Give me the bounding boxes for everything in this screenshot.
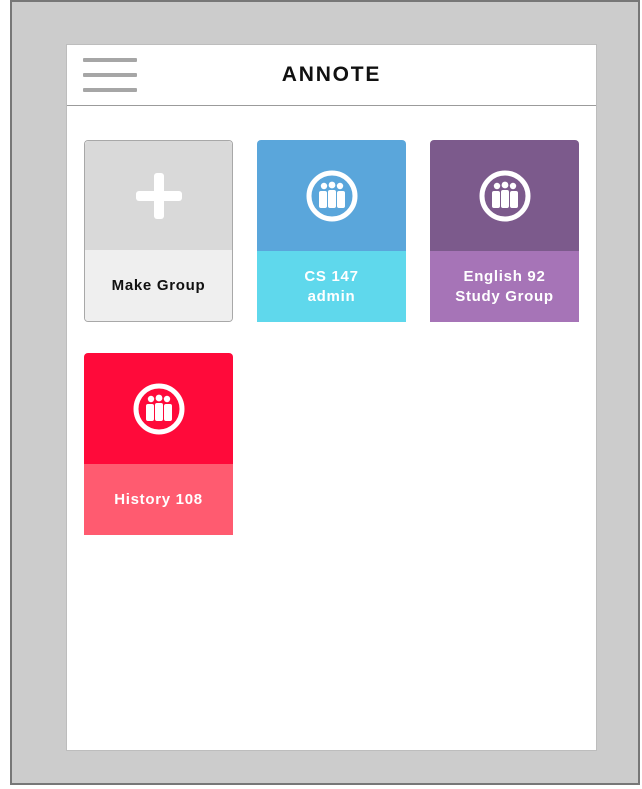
group-label: History 108 — [114, 490, 203, 508]
menu-line — [83, 88, 137, 92]
group-label: English 92 Study Group — [455, 267, 554, 305]
group-icon — [133, 383, 184, 434]
group-tile-label-area: English 92 Study Group — [430, 251, 579, 322]
make-group-label: Make Group — [111, 276, 206, 294]
group-tile-label-area: CS 147 admin — [257, 251, 406, 322]
phone-screen: ANNOTE Make Group CS 147 admin English 9… — [66, 44, 597, 751]
group-label: CS 147 admin — [304, 267, 359, 305]
group-icon — [306, 170, 357, 221]
group-tile-top — [257, 140, 406, 251]
make-group-top — [85, 141, 232, 252]
group-tile-cs-147[interactable]: CS 147 admin — [257, 140, 406, 322]
make-group-label-area: Make Group — [85, 250, 232, 321]
make-group-tile[interactable]: Make Group — [84, 140, 233, 322]
group-tile-label-area: History 108 — [84, 464, 233, 535]
plus-icon — [135, 173, 182, 219]
group-icon — [479, 170, 530, 221]
app-header: ANNOTE — [67, 45, 596, 106]
group-tile-history-108[interactable]: History 108 — [84, 353, 233, 535]
group-tile-top — [430, 140, 579, 251]
page-title: ANNOTE — [281, 63, 382, 86]
group-tile-english-92[interactable]: English 92 Study Group — [430, 140, 579, 322]
group-tile-top — [84, 353, 233, 464]
